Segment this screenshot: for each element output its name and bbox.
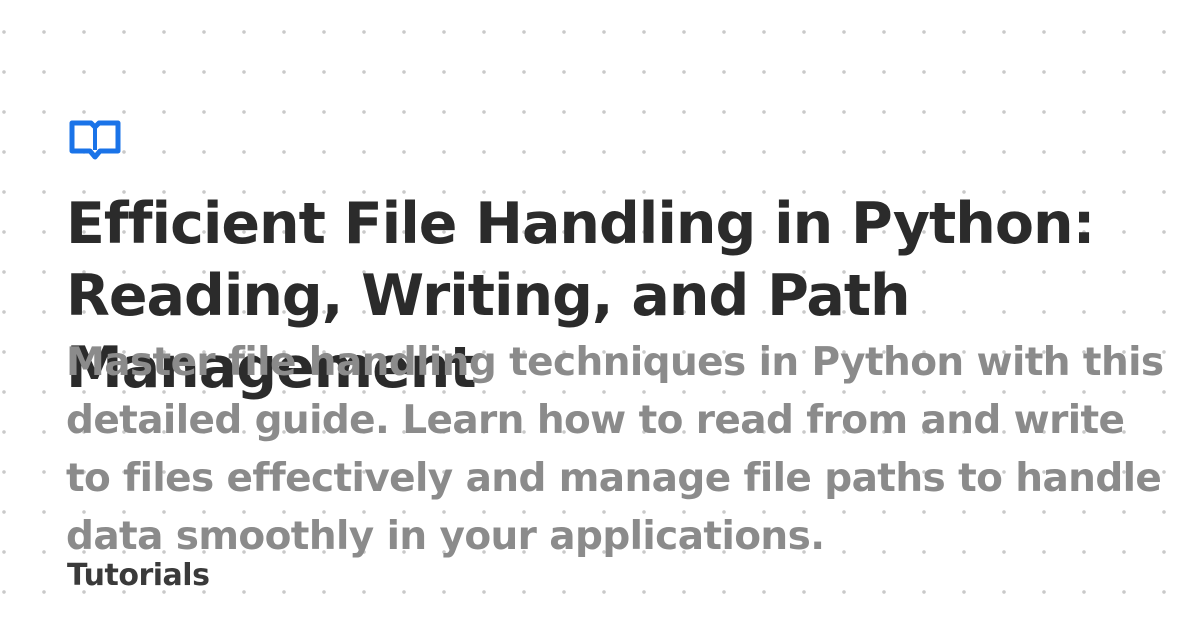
open-book-icon bbox=[68, 119, 122, 161]
article-description: Master file handling techniques in Pytho… bbox=[66, 340, 1164, 559]
category-label: Tutorials bbox=[67, 558, 210, 593]
